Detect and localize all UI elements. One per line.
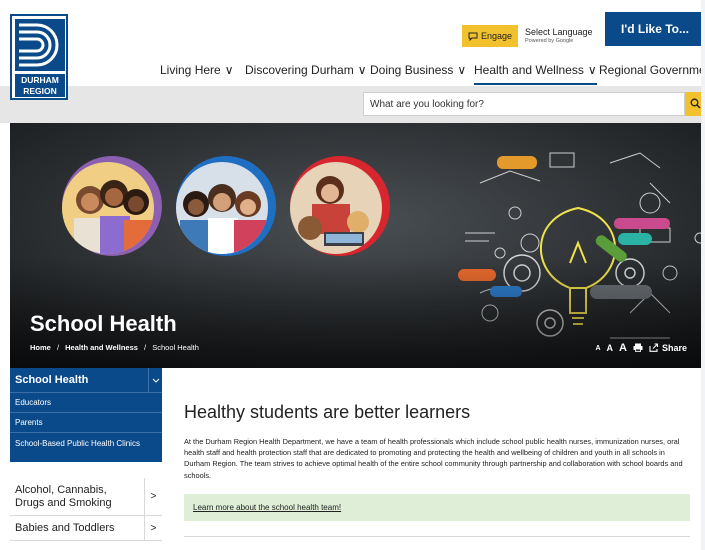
logo-wordmark: DURHAM REGION: [15, 74, 65, 97]
search-icon: [690, 97, 701, 112]
hero-banner: School Health Home / Health and Wellness…: [10, 123, 705, 368]
chevron-right-icon[interactable]: >: [144, 478, 162, 515]
section-sidebar: School Health Educators Parents School-B…: [10, 368, 162, 550]
id-like-to-button[interactable]: I'd Like To...: [605, 12, 705, 46]
scrollbar-track[interactable]: [701, 0, 705, 550]
section-title: Healthy students are better learners: [184, 402, 471, 422]
intro-paragraph: At the Durham Region Health Department, …: [184, 437, 683, 480]
powered-by-google: Powered by Google: [525, 38, 574, 44]
sidebar-item-babies-toddlers[interactable]: Babies and Toddlers >: [10, 516, 162, 541]
chevron-down-icon: ∨: [224, 63, 234, 77]
nav-living-here[interactable]: Living Here ∨: [160, 63, 234, 77]
sidebar-item-label: Alcohol, Cannabis, Drugs and Smoking: [15, 484, 112, 509]
sidebar-spacer: [10, 462, 162, 478]
engage-label: Engage: [480, 31, 513, 41]
breadcrumb: Home / Health and Wellness / School Heal…: [30, 343, 203, 352]
sidebar-subitem-educators[interactable]: Educators: [10, 392, 162, 412]
chevron-down-icon[interactable]: [148, 368, 162, 392]
text-size-large[interactable]: A: [619, 342, 627, 354]
learn-more-callout: Learn more about the school health team!: [184, 494, 690, 521]
share-button[interactable]: Share: [649, 342, 687, 354]
sidebar-subitem-parents[interactable]: Parents: [10, 412, 162, 432]
durham-region-logo[interactable]: DURHAM REGION: [10, 14, 68, 100]
chevron-down-icon: ∨: [587, 63, 597, 77]
sidebar-subitem-label: Educators: [15, 398, 52, 407]
nav-discovering-durham-label: Discovering Durham: [245, 63, 354, 77]
sidebar-subitem-school-based-clinics[interactable]: School-Based Public Health Clinics: [10, 432, 162, 462]
sidebar-item-alcohol-cannabis[interactable]: Alcohol, Cannabis, Drugs and Smoking >: [10, 478, 162, 516]
nav-health-and-wellness[interactable]: Health and Wellness ∨: [474, 63, 597, 85]
sidebar-subitem-label: School-Based Public Health Clinics: [15, 439, 140, 448]
language-label: Select Language: [525, 27, 593, 37]
nav-doing-business[interactable]: Doing Business ∨: [370, 63, 466, 77]
breadcrumb-health-and-wellness[interactable]: Health and Wellness: [65, 343, 138, 352]
page-tools: A A A Share: [595, 342, 687, 354]
nav-living-here-label: Living Here: [160, 63, 221, 77]
sidebar-heading-school-health[interactable]: School Health: [10, 368, 162, 392]
breadcrumb-separator: /: [144, 343, 147, 352]
nav-discovering-durham[interactable]: Discovering Durham ∨: [245, 63, 367, 77]
breadcrumb-home[interactable]: Home: [30, 343, 51, 352]
engage-icon: [468, 32, 478, 41]
share-label: Share: [661, 343, 687, 353]
logo-mark: [15, 19, 65, 71]
share-icon: [649, 342, 659, 354]
students-photo-1: [62, 162, 154, 254]
learn-more-link[interactable]: Learn more about the school health team!: [193, 503, 341, 512]
nav-regional-government[interactable]: Regional Government∨: [599, 63, 705, 77]
sidebar-heading-label: School Health: [15, 374, 89, 386]
page-title: School Health: [30, 311, 177, 336]
sidebar-item-label: Babies and Toddlers: [15, 522, 115, 534]
chevron-down-icon: ∨: [457, 63, 467, 77]
main-navigation: Living Here ∨ Discovering Durham ∨ Doing B…: [0, 58, 705, 86]
search-input[interactable]: [363, 92, 685, 116]
main-content: Healthy students are better learners At …: [162, 368, 705, 550]
breadcrumb-separator: /: [56, 343, 60, 352]
nav-regional-government-label: Regional Government: [599, 63, 705, 77]
language-selector[interactable]: Select Language Powered by Google: [525, 27, 593, 44]
content-divider: [184, 536, 690, 537]
site-header: DURHAM REGION Engage Select Language Pow…: [0, 0, 705, 100]
print-icon[interactable]: [633, 343, 643, 354]
sidebar-subitem-label: Parents: [15, 418, 43, 427]
text-size-small[interactable]: A: [595, 345, 600, 352]
search-bar: [0, 86, 705, 123]
logo-line-2: REGION: [23, 85, 57, 96]
engage-button[interactable]: Engage: [462, 25, 518, 47]
students-photo-2: [176, 162, 268, 254]
logo-line-1: DURHAM: [21, 75, 59, 85]
breadcrumb-current: School Health: [152, 343, 199, 352]
chevron-right-icon[interactable]: >: [144, 516, 162, 540]
nav-doing-business-label: Doing Business: [370, 63, 454, 77]
text-size-medium[interactable]: A: [607, 343, 614, 353]
nav-health-and-wellness-label: Health and Wellness: [474, 63, 584, 77]
students-photo-3: [290, 162, 382, 254]
chevron-down-icon: ∨: [357, 63, 367, 77]
